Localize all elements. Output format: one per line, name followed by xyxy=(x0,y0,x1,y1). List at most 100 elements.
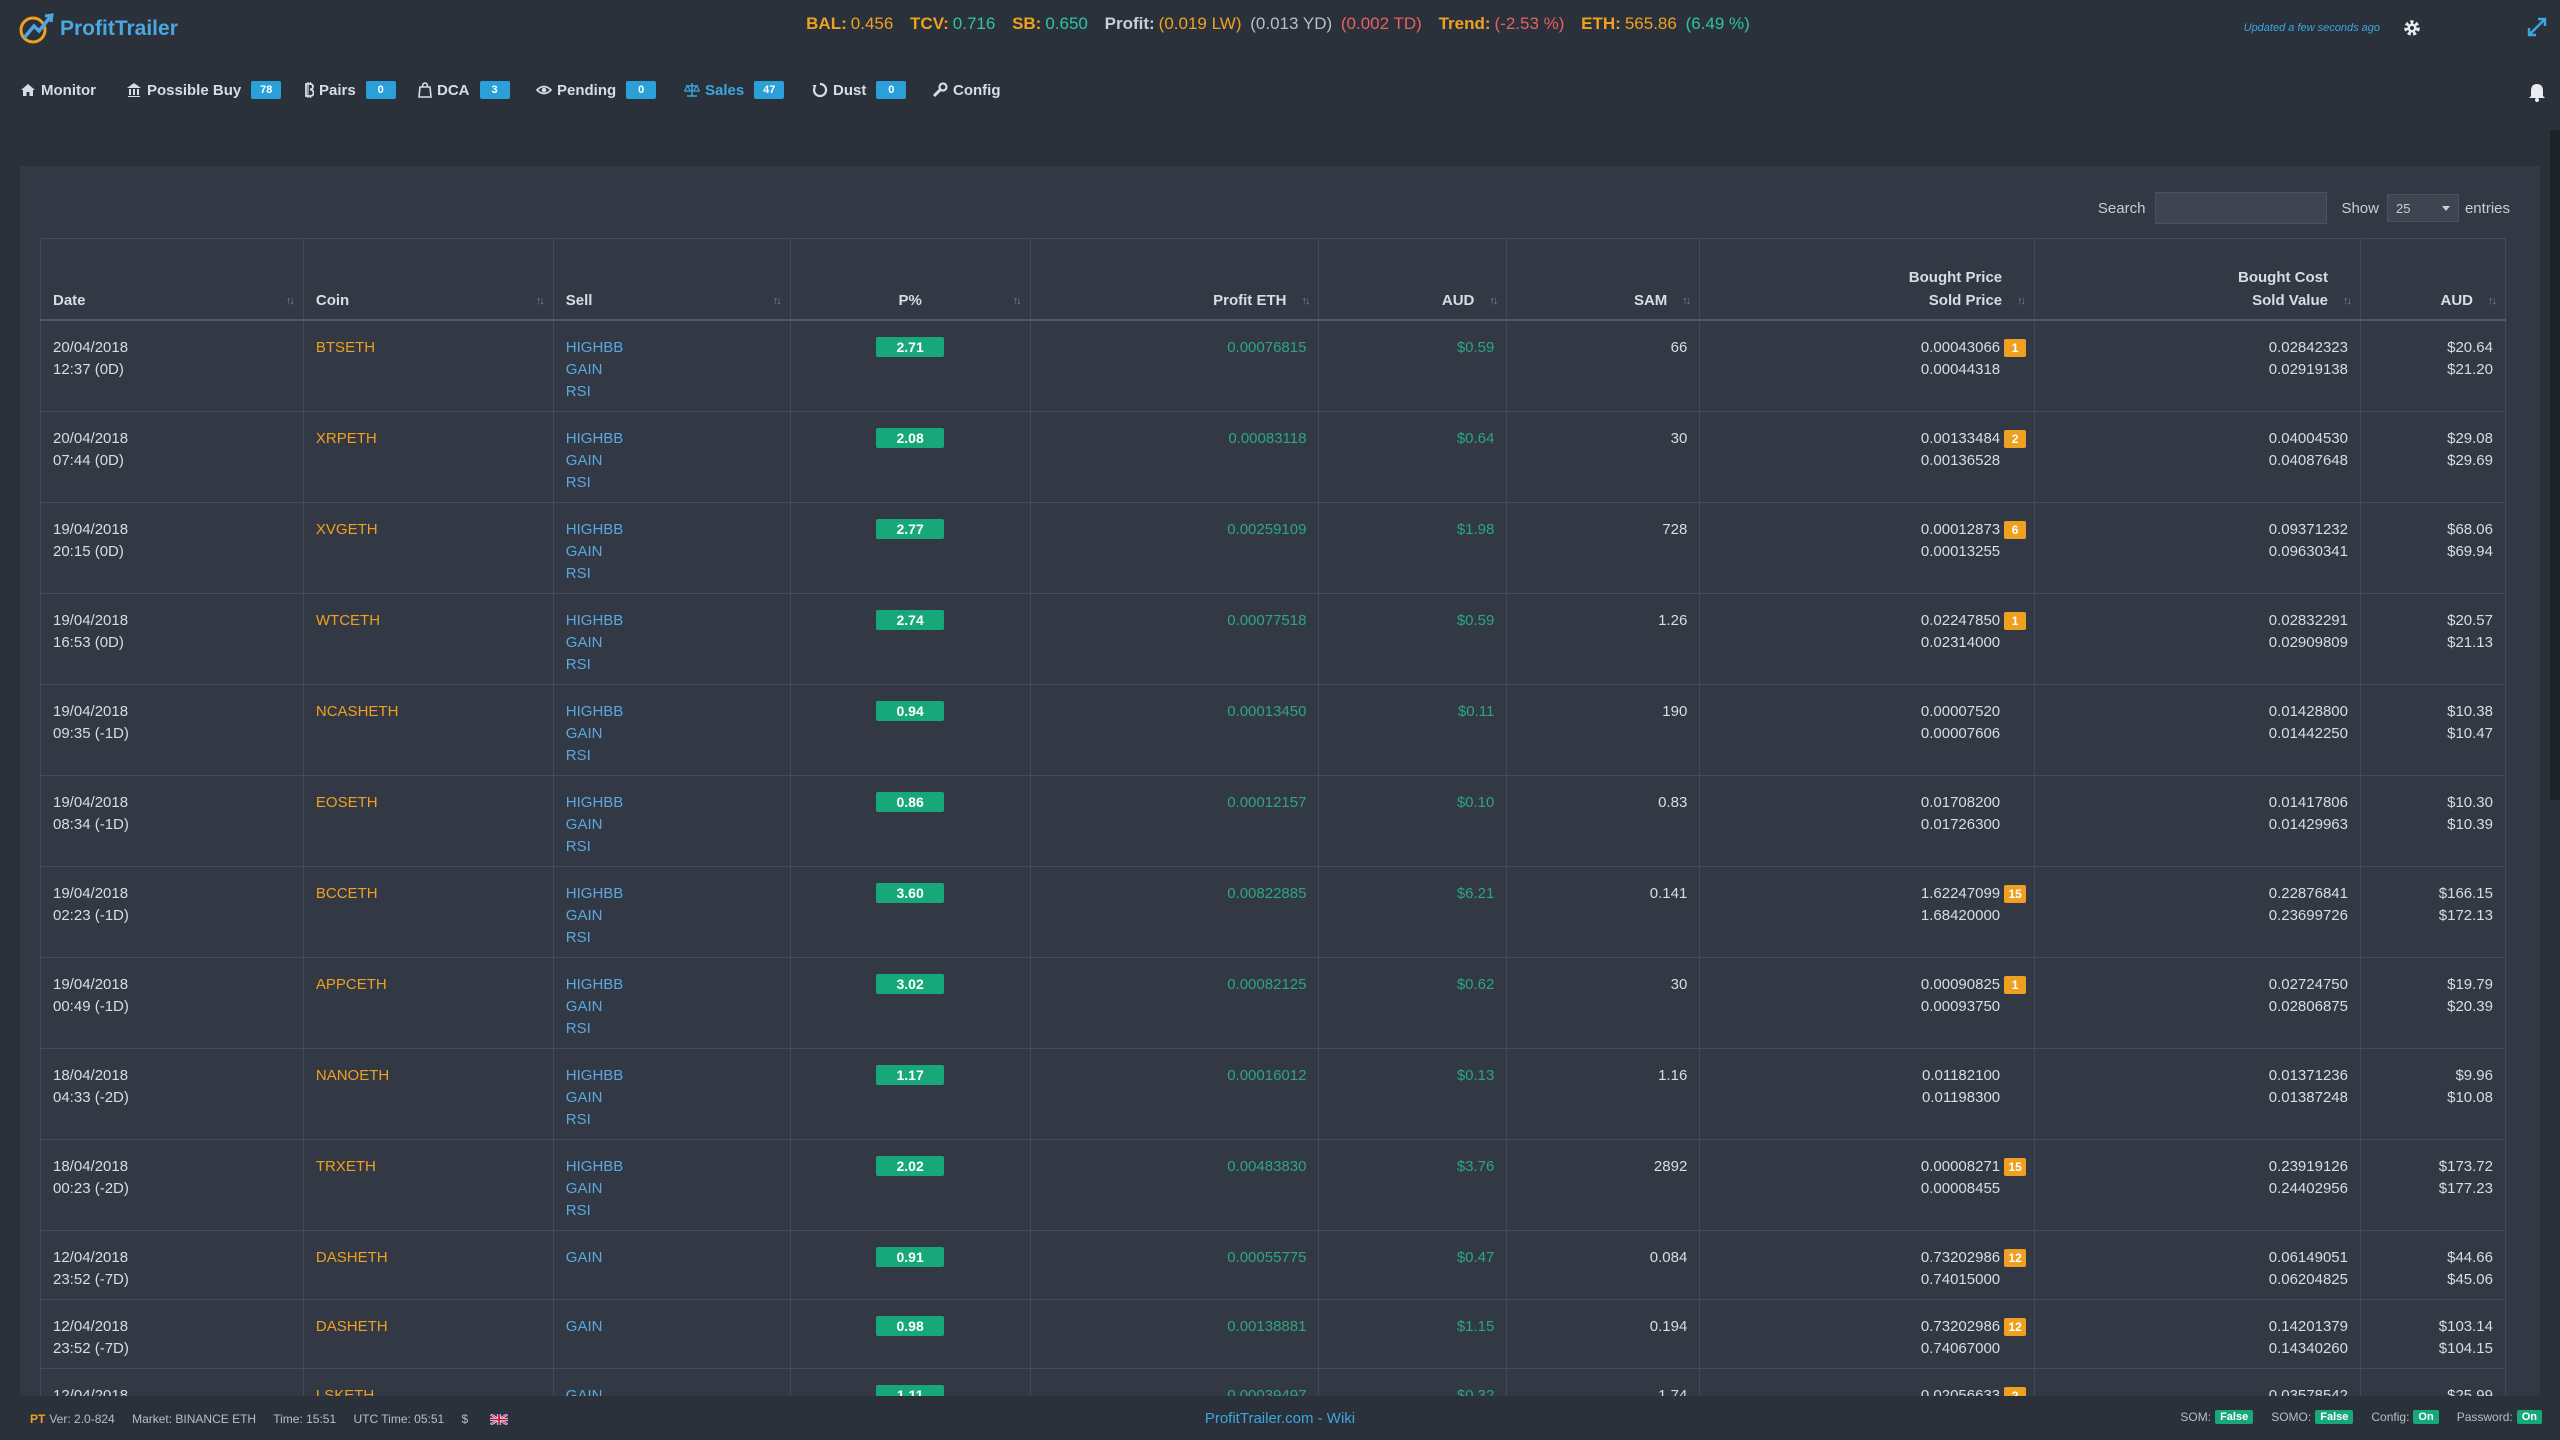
nav-monitor[interactable]: Monitor xyxy=(20,78,96,102)
sold-aud: $69.94 xyxy=(2447,543,2493,560)
expand-icon[interactable] xyxy=(2526,16,2548,38)
sold-value: 0.24402956 xyxy=(2268,1180,2348,1197)
cell-pct: 1.11 xyxy=(789,1368,1031,1396)
nav-dust[interactable]: Dust 0 xyxy=(812,78,907,102)
table-row[interactable]: 20/04/2018 07:44 (0D) XRPETH HIGHBB GAIN RSI 2… xyxy=(40,411,2507,503)
table-row[interactable]: 12/04/2018 23:52 (-7D) DASHETH GAIN 0.91 0.00… xyxy=(40,1230,2507,1300)
coin-name[interactable]: XRPETH xyxy=(316,430,377,447)
trend-value: (-2.53 %) xyxy=(1494,14,1565,33)
col-date[interactable]: Date ↑↓ xyxy=(40,238,304,321)
sort-icon: ↑↓ xyxy=(285,295,295,307)
nav-pending[interactable]: Pending 0 xyxy=(536,78,657,102)
sold-value: 0.02919138 xyxy=(2268,361,2348,378)
table-row[interactable]: 19/04/2018 16:53 (0D) WTCETH HIGHBB GAIN RSI 2… xyxy=(40,593,2507,685)
scrollbar-thumb[interactable] xyxy=(2550,130,2560,800)
coin-name[interactable]: XVGETH xyxy=(316,521,378,538)
coin-name[interactable]: EOSETH xyxy=(316,794,378,811)
table-row[interactable]: 18/04/2018 04:33 (-2D) NANOETH HIGHBB GAIN RS… xyxy=(40,1048,2507,1140)
coin-name[interactable]: APPCETH xyxy=(316,976,387,993)
table-row[interactable]: 19/04/2018 00:49 (-1D) APPCETH HIGHBB GAIN RS… xyxy=(40,957,2507,1049)
profit-pct-badge: 2.74 xyxy=(876,610,945,630)
gear-icon[interactable] xyxy=(2402,18,2422,38)
eth-value: 565.86 xyxy=(1624,14,1677,33)
sort-icon: ↑↓ xyxy=(1301,295,1310,307)
entries-select[interactable]: 25 xyxy=(2386,194,2459,222)
cell-profit: 0.00055775 xyxy=(1029,1230,1320,1300)
sale-date: 19/04/2018 xyxy=(53,885,129,902)
sort-icon: ↑↓ xyxy=(2488,295,2497,307)
sell-strategy: HIGHBB xyxy=(565,794,624,811)
coin-name[interactable]: DASHETH xyxy=(316,1318,388,1335)
col-aud2[interactable]: AUD ↑↓ xyxy=(2359,238,2507,321)
profit-eth: 0.00016012 xyxy=(1227,1067,1307,1084)
nav-possible-buy[interactable]: Possible Buy 78 xyxy=(126,78,282,102)
table-row[interactable]: 19/04/2018 08:34 (-1D) EOSETH HIGHBB GAIN RSI… xyxy=(40,775,2507,867)
profit-pct-badge: 0.94 xyxy=(876,701,945,721)
cell-cost: 0.02832291 0.02909809 xyxy=(2034,593,2361,685)
profit-pct-badge: 0.91 xyxy=(876,1247,945,1267)
coin-name[interactable]: TRXETH xyxy=(316,1158,376,1175)
dca-level-badge: 1 xyxy=(2004,612,2027,630)
col-pct[interactable]: P% ↑↓ xyxy=(789,238,1031,321)
cell-pct: 0.98 xyxy=(789,1299,1031,1369)
bought-price: 0.01708200 xyxy=(1920,794,2001,811)
coin-name[interactable]: WTCETH xyxy=(316,612,380,629)
search-input[interactable] xyxy=(2155,192,2328,224)
profit-aud: $0.11 xyxy=(1457,703,1495,720)
sam-value: 1.74 xyxy=(1658,1387,1688,1396)
coin-name[interactable]: BTSETH xyxy=(316,339,375,356)
scrollbar[interactable] xyxy=(2550,130,2560,1390)
eth-label: ETH: xyxy=(1581,14,1621,33)
sold-price: 0.01198300 xyxy=(1922,1089,2001,1106)
bought-aud: $10.30 xyxy=(2447,794,2493,811)
cell-pct: 2.08 xyxy=(789,411,1031,503)
col-coin[interactable]: Coin ↑↓ xyxy=(302,238,554,321)
sold-value: 0.06204825 xyxy=(2268,1271,2348,1288)
col-sam[interactable]: SAM ↑↓ xyxy=(1506,238,1701,321)
cell-aud: $0.64 xyxy=(1318,411,1508,503)
sold-value: 0.09630341 xyxy=(2268,543,2348,560)
profit-pct-badge: 2.77 xyxy=(876,519,945,539)
cell-price: 0.0013348420.001365280 xyxy=(1699,411,2036,503)
table-row[interactable]: 20/04/2018 12:37 (0D) BTSETH HIGHBB GAIN RSI 2… xyxy=(40,319,2507,412)
bell-icon[interactable] xyxy=(2528,82,2546,102)
dca-level-badge: 12 xyxy=(2004,1249,2027,1267)
table-row[interactable]: 12/04/2018 23:52 (-7D) DASHETH GAIN 0.98 0.00… xyxy=(40,1299,2507,1369)
table-row[interactable]: 18/04/2018 00:23 (-2D) TRXETH HIGHBB GAIN RSI… xyxy=(40,1139,2507,1231)
table-row[interactable]: 12/04/2018 LSKETH GAIN 1.11 0.00039497 $0.32 1… xyxy=(40,1368,2507,1396)
profit-pct-badge: 2.02 xyxy=(876,1156,945,1176)
sell-strategy: GAIN xyxy=(565,361,603,378)
col-aud[interactable]: AUD ↑↓ xyxy=(1318,238,1508,321)
bought-aud: $166.15 xyxy=(2438,885,2493,902)
cell-date: 19/04/2018 00:49 (-1D) xyxy=(40,957,304,1049)
dca-level-badge: 6 xyxy=(2004,521,2027,539)
nav-config[interactable]: Config xyxy=(932,78,1000,102)
dca-level-badge: 2 xyxy=(2004,430,2027,448)
coin-name[interactable]: NCASHETH xyxy=(316,703,399,720)
sold-aud: $20.39 xyxy=(2447,998,2493,1015)
coin-name[interactable]: DASHETH xyxy=(316,1249,388,1266)
col-cost[interactable]: Bought Cost Sold Value ↑↓ xyxy=(2034,238,2361,321)
col-price[interactable]: Bought Price Sold Price ↑↓ xyxy=(1699,238,2036,321)
cell-price: 0.73202986120.740150000 xyxy=(1699,1230,2036,1300)
coin-name[interactable]: BCCETH xyxy=(316,885,378,902)
table-header-row: Date ↑↓ Coin ↑↓ Sell ↑↓ P% ↑↓ Profit ETH ↑↓ A… xyxy=(40,238,2507,321)
nav-pairs[interactable]: Pairs 0 xyxy=(304,78,396,102)
cell-coin: DASHETH xyxy=(302,1230,554,1300)
table-row[interactable]: 19/04/2018 09:35 (-1D) NCASHETH HIGHBB GAIN R… xyxy=(40,684,2507,776)
cell-date: 12/04/2018 xyxy=(40,1368,304,1396)
nav-sales[interactable]: Sales 47 xyxy=(684,78,785,102)
coin-name[interactable]: LSKETH xyxy=(316,1387,374,1396)
sort-icon: ↑↓ xyxy=(2017,295,2026,307)
sell-strategy: RSI xyxy=(565,474,591,491)
nav-dca[interactable]: DCA 3 xyxy=(418,78,510,102)
col-sell[interactable]: Sell ↑↓ xyxy=(552,238,791,321)
table-row[interactable]: 19/04/2018 02:23 (-1D) BCCETH HIGHBB GAIN RSI… xyxy=(40,866,2507,958)
col-profit[interactable]: Profit ETH ↑↓ xyxy=(1029,238,1320,321)
profit-td: (0.002 TD) xyxy=(1340,14,1422,33)
coin-name[interactable]: NANOETH xyxy=(316,1067,389,1084)
bought-aud: $173.72 xyxy=(2438,1158,2493,1175)
password-badge: On xyxy=(2516,1410,2542,1424)
cell-aud: $3.76 xyxy=(1318,1139,1508,1231)
table-row[interactable]: 19/04/2018 20:15 (0D) XVGETH HIGHBB GAIN RSI 2… xyxy=(40,502,2507,594)
